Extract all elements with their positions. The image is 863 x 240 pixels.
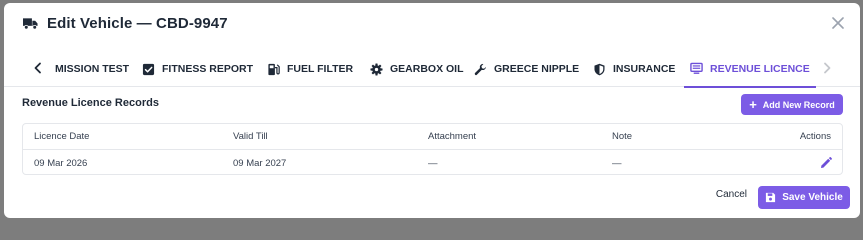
column-header: Actions [799,131,831,142]
tab-bar: MISSION TEST FITNESS REPORT FUEL FILTER [4,51,860,88]
column-header: Valid Till [233,131,268,142]
tab-label: REVENUE LICENCE [710,62,810,75]
actions-cell [820,150,832,176]
licence-date-cell: 09 Mar 2026 [34,157,88,169]
add-new-record-label: Add New Record [762,99,835,110]
truck-icon [23,18,38,30]
table-header: Licence Date Valid Till Attachment Note … [23,124,842,150]
monitor-icon [690,62,703,74]
table-row: 09 Mar 2026 09 Mar 2027 — — [23,150,842,176]
revenue-licence-table: Licence Date Valid Till Attachment Note … [22,123,843,175]
column-header: Note [612,131,633,142]
tab-label: GEARBOX OIL [390,63,464,75]
tab-label: INSURANCE [613,63,676,75]
tab-fitness-report[interactable]: FITNESS REPORT [142,51,253,87]
cancel-button[interactable]: Cancel [716,189,747,205]
tab-insurance[interactable]: INSURANCE [593,51,675,87]
tab-label: GREECE NIPPLE [494,63,580,75]
column-header: Attachment [428,131,477,142]
tab-label: MISSION TEST [55,63,130,75]
save-icon [766,192,776,203]
close-icon[interactable] [832,17,844,29]
tab-label: FUEL FILTER [287,63,354,75]
note-cell: — [612,157,622,169]
tab-gearbox-oil[interactable]: GEARBOX OIL [370,51,464,87]
plus-icon: + [749,96,757,112]
modal-header: Edit Vehicle — CBD-9947 [4,3,860,47]
chevron-right-icon[interactable] [820,61,834,75]
checkbox-icon [142,63,155,75]
fuel-pump-icon [268,63,280,75]
column-header: Licence Date [34,131,90,142]
wrench-icon [474,63,486,75]
section-title: Revenue Licence Records [22,97,159,109]
edit-vehicle-modal: Edit Vehicle — CBD-9947 MISSION TEST FIT… [4,3,860,218]
gear-icon [370,62,383,76]
attachment-cell: — [428,157,438,169]
valid-till-cell: 09 Mar 2027 [233,157,287,169]
shield-icon [594,63,605,75]
chevron-left-icon[interactable] [31,61,45,75]
add-new-record-button[interactable]: + Add New Record [741,94,843,115]
tab-mission-test[interactable]: MISSION TEST [55,51,129,87]
save-vehicle-label: Save Vehicle [782,192,843,203]
tab-fuel-filter[interactable]: FUEL FILTER [267,51,353,87]
modal-title: Edit Vehicle — CBD-9947 [47,15,228,32]
edit-pencil-icon[interactable] [820,157,832,169]
save-vehicle-button[interactable]: Save Vehicle [758,186,850,209]
tab-revenue-licence[interactable]: REVENUE LICENCE [684,51,816,88]
tab-label: FITNESS REPORT [162,63,254,75]
tab-greece-nipple[interactable]: GREECE NIPPLE [474,51,579,87]
